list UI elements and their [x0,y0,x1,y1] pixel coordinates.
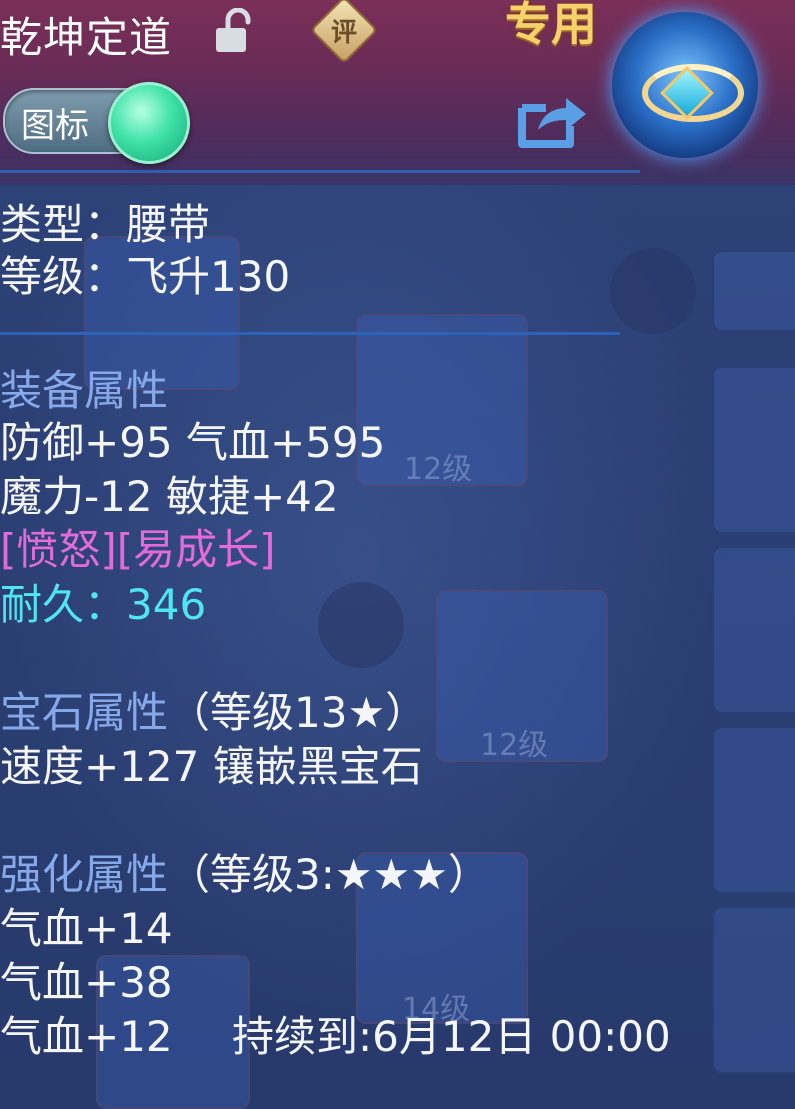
rate-label: 评 [330,18,357,48]
enhance-attr-line: 气血+12 [0,1012,173,1061]
item-level: 等级：飞升130 [0,252,291,301]
background-slot-level: 12级 [404,452,473,487]
special-effects: [愤怒][易成长] [0,525,276,574]
rate-button[interactable]: 评 [310,0,378,64]
gem-level: （等级13★） [168,688,428,737]
icon-toggle-label: 图标 [21,106,89,146]
enhance-attr-line: 气血+38 [0,958,173,1007]
enhance-attr-heading: 强化属性 [0,850,169,899]
background-side-slot [712,726,795,894]
background-side-slot [712,906,795,1074]
gem-attr-heading-row: 宝石属性（等级13★） [0,688,427,738]
enhance-attr-line: 气血+14 [0,904,173,953]
equip-attr-line: 防御+95 气血+595 [0,418,386,467]
background-side-slot [712,250,795,332]
toggle-knob[interactable] [108,82,190,164]
equip-attr-heading: 装备属性 [0,366,169,415]
exclusive-badge: 专用 [505,0,597,51]
share-icon[interactable] [516,90,588,148]
background-side-slot [712,546,795,714]
section-divider [0,332,620,335]
gem-attr-line: 速度+127 镶嵌黑宝石 [0,742,423,791]
enhance-attr-heading-row: 强化属性（等级3:★★★） [0,850,490,900]
item-icon [612,12,758,158]
gem-attr-heading: 宝石属性 [0,688,169,737]
background-slot-level: 12级 [480,728,549,763]
unlock-icon[interactable] [214,7,258,54]
durability: 耐久：346 [0,580,207,629]
item-name: 乾坤定道 [0,13,173,62]
header-divider [0,170,640,173]
item-type: 类型：腰带 [0,200,211,249]
background-home-button [610,248,696,334]
enhance-expire-time: 持续到:6月12日 00:00 [232,1012,671,1061]
enhance-level: （等级3:★★★） [168,850,490,899]
equip-attr-line: 魔力-12 敏捷+42 [0,472,339,521]
background-side-slot [712,366,795,534]
background-scroll-button [318,582,404,668]
